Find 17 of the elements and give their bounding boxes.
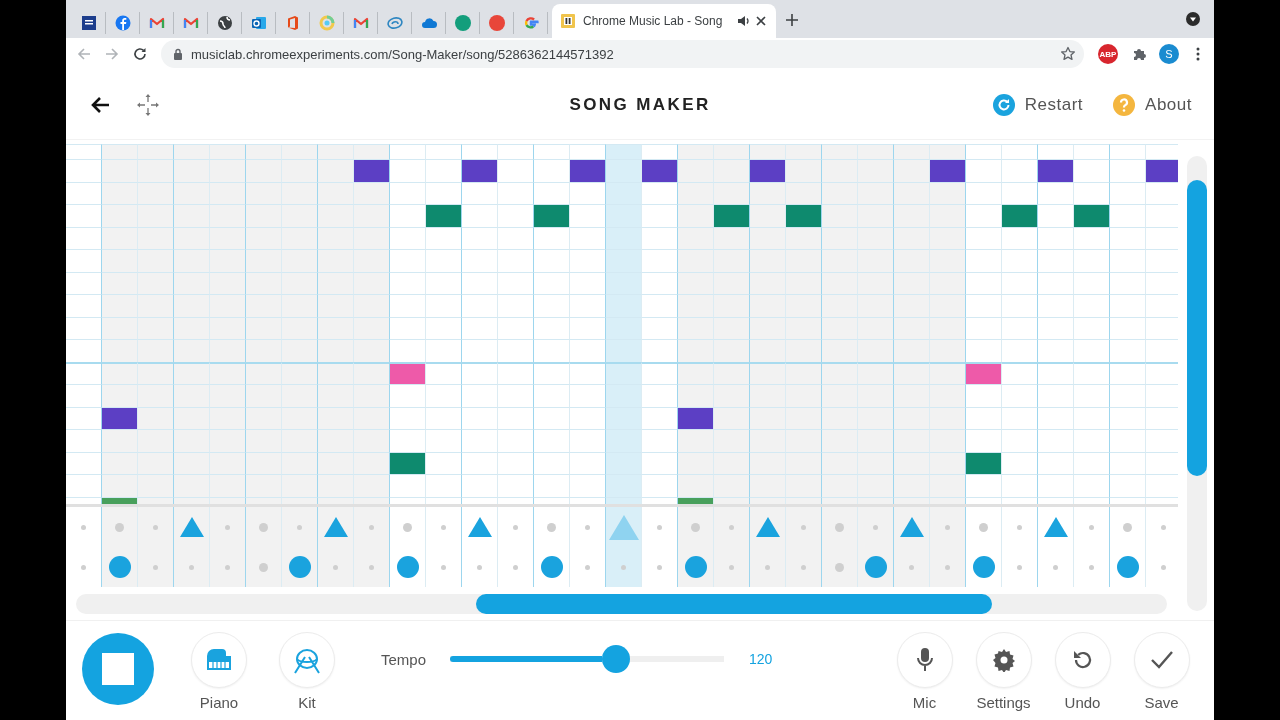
tempo-value: 120 (749, 651, 773, 667)
tempo-label: Tempo (381, 650, 428, 668)
app-title: SONG MAKER (568, 94, 712, 115)
about-button[interactable]: About (1113, 93, 1192, 116)
address-bar[interactable]: musiclab.chromeexperiments.com/Song-Maker/song/5286362144571392 (161, 40, 1084, 68)
button-label[interactable]: Save (1144, 694, 1179, 711)
button-label[interactable]: Mic (912, 694, 937, 711)
url-text: musiclab.chromeexperiments.com/Song-Maker/song/5286362144571392 (191, 46, 615, 62)
button-label[interactable]: Undo (1064, 694, 1101, 711)
button-label[interactable]: Kit (298, 694, 316, 711)
button-label[interactable]: Piano (199, 694, 239, 711)
adblock-icon[interactable]: ABP (1098, 44, 1118, 64)
browser-tab[interactable]: Chrome Music Lab - Song (552, 4, 776, 38)
profile-avatar[interactable]: S (1159, 44, 1179, 64)
tab-title: Chrome Music Lab - Song (583, 14, 723, 28)
restart-button[interactable]: Restart (992, 93, 1084, 116)
button-label[interactable]: Settings (976, 694, 1031, 711)
